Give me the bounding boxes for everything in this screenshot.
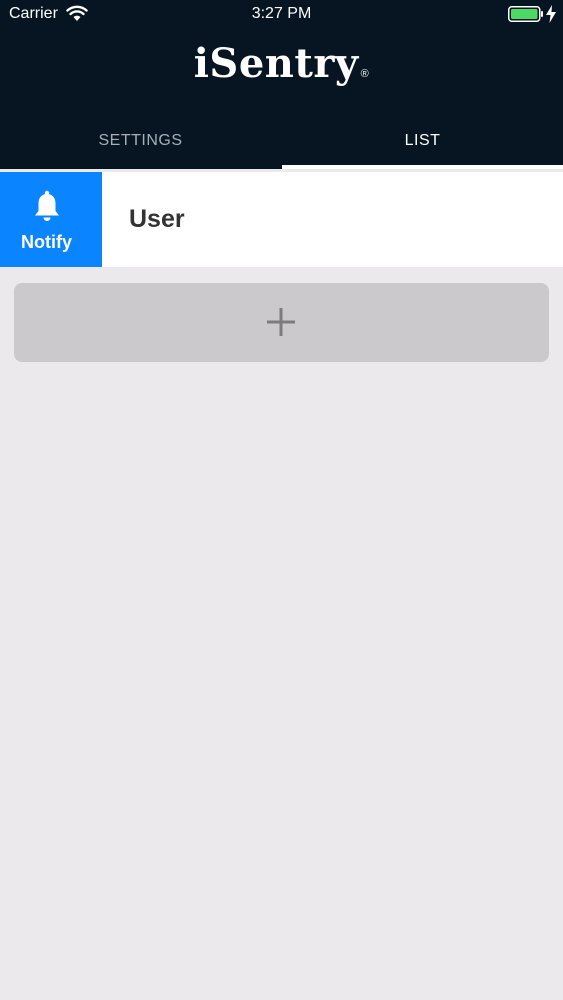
charging-bolt-icon	[546, 5, 556, 23]
plus-icon	[267, 308, 295, 336]
list-item-title: User	[129, 205, 185, 233]
app-header: Carrier 3:27 PM iSentry ® SETTINGS LIST	[0, 0, 563, 169]
notify-label: Notify	[21, 232, 72, 252]
app-logo: iSentry ®	[0, 40, 563, 87]
tab-settings[interactable]: SETTINGS	[0, 116, 281, 169]
notify-button[interactable]: Notify	[0, 172, 102, 267]
clock: 3:27 PM	[251, 5, 312, 22]
tab-list[interactable]: LIST	[282, 116, 563, 169]
selected-tab-indicator	[282, 165, 563, 169]
logo-text: iSentry	[193, 40, 359, 87]
status-bar: Carrier 3:27 PM	[0, 0, 563, 28]
registered-mark: ®	[360, 68, 370, 80]
battery-icon	[508, 6, 543, 22]
bell-icon	[35, 190, 59, 221]
list-item[interactable]: Notify User	[0, 172, 563, 267]
add-button[interactable]	[14, 283, 549, 362]
tab-bar: SETTINGS LIST	[0, 116, 563, 169]
